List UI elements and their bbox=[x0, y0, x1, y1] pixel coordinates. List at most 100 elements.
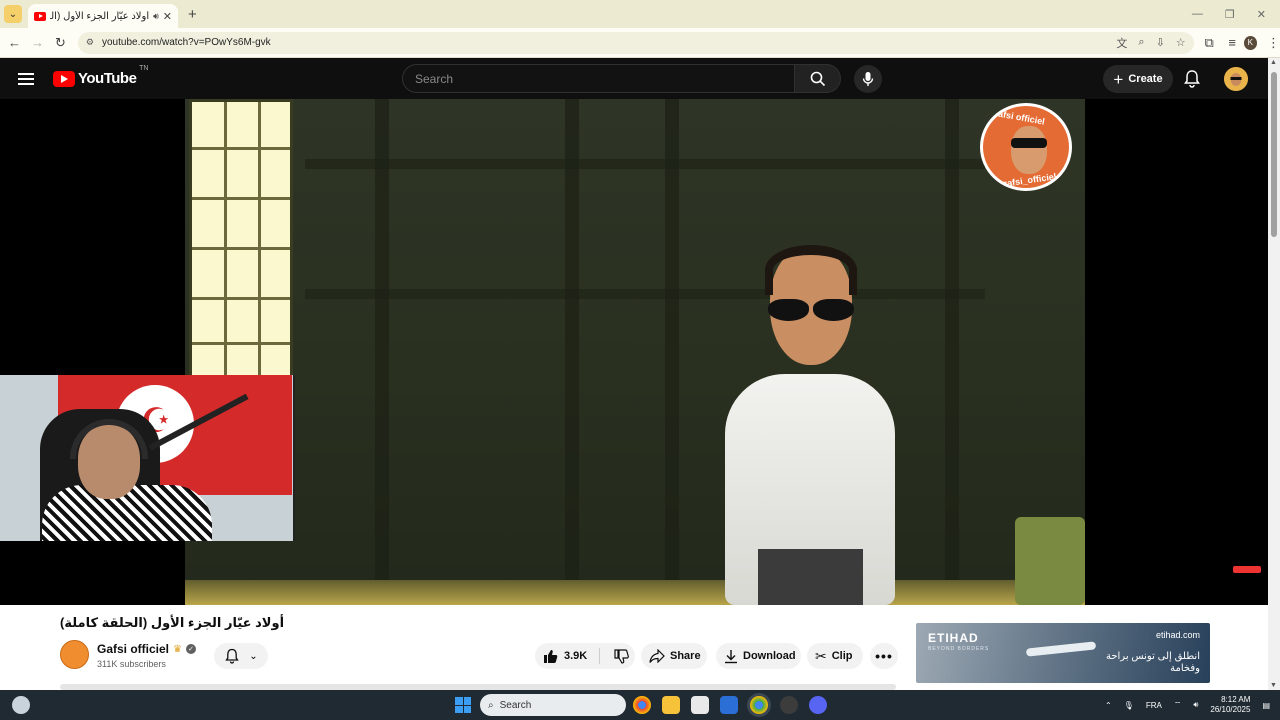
language-indicator[interactable]: FRA bbox=[1146, 701, 1162, 710]
chrome-app-icon[interactable] bbox=[633, 696, 651, 714]
tab-search-button[interactable]: ⌄ bbox=[4, 5, 22, 23]
site-info-icon[interactable]: ⚙ bbox=[86, 37, 94, 48]
video-player[interactable]: Gafsi officiel el_gafsi_officiel ☪ bbox=[0, 99, 1268, 605]
wifi-icon[interactable]: ⌔ bbox=[1174, 700, 1182, 710]
windows-taskbar: ⌕ Search ⌃ 🎙︎ FRA ⌔ 🔊︎ 8:12 AM 26/10/202… bbox=[0, 690, 1280, 720]
install-app-icon[interactable]: ⇩ bbox=[1156, 36, 1165, 49]
tab-title: أولاد عيّار الجزء الأول (الحلقة كاملة) bbox=[50, 10, 150, 22]
volume-icon[interactable]: 🔊︎ bbox=[1193, 700, 1198, 710]
clock-date: 26/10/2025 bbox=[1210, 705, 1251, 714]
channel-name[interactable]: Gafsi officiel bbox=[97, 642, 169, 656]
window-frame bbox=[258, 102, 261, 376]
divider bbox=[599, 648, 601, 664]
forward-icon[interactable]: → bbox=[26, 35, 49, 50]
voice-search-button[interactable] bbox=[854, 64, 882, 93]
youtube-favicon-icon bbox=[34, 11, 46, 21]
more-horizontal-icon: ••• bbox=[875, 648, 893, 664]
share-label: Share bbox=[670, 650, 701, 662]
youtube-play-icon bbox=[53, 70, 75, 87]
weather-widget-icon[interactable] bbox=[12, 696, 30, 714]
ad-brand: ETIHAD bbox=[928, 631, 979, 645]
video-details: أولاد عيّار الجزء الأول (الحلقة كاملة) G… bbox=[0, 605, 1268, 690]
download-label: Download bbox=[743, 650, 796, 662]
taskbar-search[interactable]: ⌕ Search bbox=[480, 694, 626, 716]
window-controls: — ❐ ✕ bbox=[1192, 8, 1266, 21]
start-button[interactable] bbox=[455, 697, 471, 713]
extensions-icon[interactable]: ⧉ bbox=[1198, 35, 1221, 51]
channel-watermark-badge: Gafsi officiel el_gafsi_officiel bbox=[980, 103, 1072, 191]
download-button[interactable]: Download bbox=[716, 643, 801, 669]
ad-domain: etihad.com bbox=[1155, 630, 1200, 640]
back-icon[interactable]: ← bbox=[3, 35, 26, 50]
close-tab-icon[interactable]: ✕ bbox=[163, 10, 172, 23]
window-frame bbox=[192, 147, 290, 150]
steam-app-icon[interactable] bbox=[780, 696, 798, 714]
youtube-logo-text: YouTube bbox=[78, 70, 137, 87]
speaker-icon[interactable]: 🔊︎ bbox=[153, 11, 159, 22]
browser-toolbar: ← → ↻ ⚙ youtube.com/watch?v=POwYs6M-gvk … bbox=[0, 28, 1280, 58]
like-button[interactable]: 3.9K bbox=[543, 649, 587, 664]
clock[interactable]: 8:12 AM 26/10/2025 bbox=[1210, 695, 1250, 715]
taskbar-search-icon: ⌕ bbox=[488, 699, 494, 711]
scroll-up-arrow-icon[interactable]: ▲ bbox=[1270, 59, 1277, 66]
chevron-up-icon[interactable]: ⌃ bbox=[1105, 701, 1112, 710]
mail-app-icon[interactable] bbox=[720, 696, 738, 714]
profile-avatar[interactable]: K bbox=[1243, 35, 1257, 50]
system-tray: ⌃ 🎙︎ FRA ⌔ 🔊︎ 8:12 AM 26/10/2025 ▤ bbox=[1105, 690, 1270, 720]
ad-tagline: BEYOND BORDERS bbox=[928, 646, 990, 652]
channel-name-row[interactable]: Gafsi officiel ♛ ✓ bbox=[97, 642, 196, 656]
page-scrollbar[interactable]: ▲ ▼ bbox=[1268, 58, 1280, 690]
reload-icon[interactable]: ↻ bbox=[49, 35, 72, 51]
wall-beam bbox=[945, 99, 959, 605]
create-label: Create bbox=[1128, 73, 1163, 85]
hamburger-menu-icon[interactable] bbox=[18, 72, 34, 85]
discord-app-icon[interactable] bbox=[809, 696, 827, 714]
badge-top-text: Gafsi officiel bbox=[990, 107, 1046, 127]
bookmark-star-icon[interactable]: ☆ bbox=[1176, 36, 1186, 49]
scroll-down-arrow-icon[interactable]: ▼ bbox=[1270, 682, 1277, 689]
more-actions-button[interactable]: ••• bbox=[870, 643, 898, 669]
ad-banner[interactable]: ETIHAD BEYOND BORDERS etihad.com انطلق إ… bbox=[916, 623, 1210, 683]
youtube-logo[interactable]: YouTube TN bbox=[53, 65, 148, 87]
address-bar[interactable]: ⚙ youtube.com/watch?v=POwYs6M-gvk 文 ⌕ ⇩ … bbox=[77, 31, 1194, 54]
maximize-icon[interactable]: ❐ bbox=[1225, 8, 1235, 21]
share-button[interactable]: Share bbox=[641, 643, 707, 669]
subscription-notifications-button[interactable]: ⌄ bbox=[214, 643, 268, 669]
media-control-icon[interactable]: ≡ bbox=[1221, 35, 1244, 50]
account-avatar[interactable] bbox=[1224, 67, 1248, 91]
character-legs bbox=[758, 549, 863, 605]
scene-floor bbox=[185, 580, 1085, 605]
notification-center-icon[interactable]: ▤ bbox=[1262, 701, 1270, 710]
browser-tab-active[interactable]: أولاد عيّار الجزء الأول (الحلقة كاملة) 🔊… bbox=[28, 4, 178, 28]
chrome-active-app-icon[interactable] bbox=[750, 696, 768, 714]
scrollbar-thumb[interactable] bbox=[1271, 72, 1277, 237]
crown-icon: ♛ bbox=[173, 643, 182, 655]
file-explorer-icon[interactable] bbox=[662, 696, 680, 714]
url-text: youtube.com/watch?v=POwYs6M-gvk bbox=[101, 37, 271, 48]
store-app-icon[interactable] bbox=[691, 696, 709, 714]
zoom-icon[interactable]: ⌕ bbox=[1138, 36, 1144, 49]
create-button[interactable]: + Create bbox=[1103, 65, 1173, 93]
chevron-down-icon: ⌄ bbox=[249, 650, 258, 662]
new-tab-button[interactable]: + bbox=[188, 6, 197, 23]
plus-icon: + bbox=[1113, 69, 1124, 89]
channel-avatar[interactable] bbox=[60, 640, 89, 669]
minimize-icon[interactable]: — bbox=[1192, 8, 1203, 21]
close-window-icon[interactable]: ✕ bbox=[1257, 8, 1266, 21]
clip-button[interactable]: ✂ Clip bbox=[807, 643, 863, 669]
search-bar bbox=[402, 64, 882, 93]
scene-prop bbox=[1015, 517, 1085, 605]
share-arrow-icon bbox=[649, 649, 665, 663]
microphone-tray-icon[interactable]: 🎙︎ bbox=[1124, 701, 1134, 710]
download-icon bbox=[725, 649, 737, 663]
translate-icon[interactable]: 文 bbox=[1116, 35, 1127, 51]
notifications-bell-icon[interactable] bbox=[1183, 69, 1201, 88]
wall-beam bbox=[565, 99, 579, 605]
search-button[interactable] bbox=[795, 64, 841, 93]
wall-beam bbox=[305, 159, 985, 169]
dislike-button[interactable] bbox=[614, 648, 630, 664]
browser-menu-icon[interactable]: ⋮ bbox=[1267, 35, 1280, 51]
search-input[interactable] bbox=[402, 64, 795, 93]
youtube-header: YouTube TN + Create bbox=[0, 58, 1268, 99]
subscribe-watermark-icon[interactable] bbox=[1233, 566, 1261, 573]
